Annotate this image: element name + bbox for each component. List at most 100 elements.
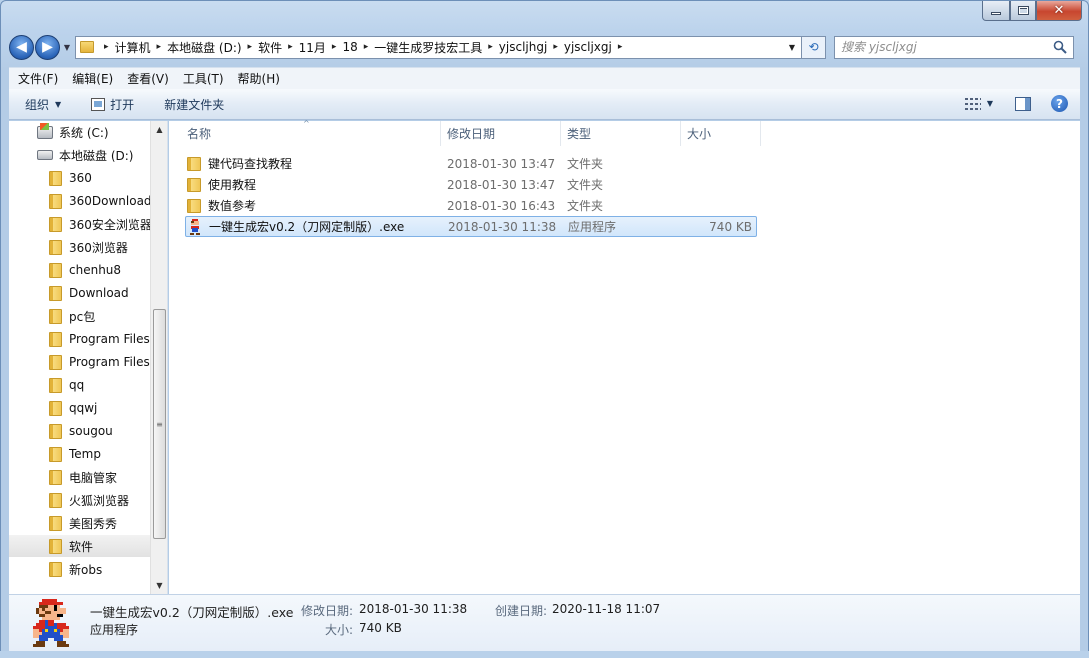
breadcrumb-separator[interactable]: ▸ <box>612 42 629 52</box>
file-row[interactable]: 一键生成宏v0.2（刀网定制版）.exe 2018-01-30 11:38 应用程序… <box>185 216 757 237</box>
menu-help[interactable]: 帮助(H) <box>233 70 285 87</box>
folder-icon <box>49 216 62 232</box>
window-bottom-frame <box>0 651 1089 658</box>
breadcrumb-separator[interactable]: ▸ <box>326 42 343 52</box>
tree-item[interactable]: 软件 <box>9 535 150 557</box>
maximize-icon <box>1017 6 1029 15</box>
tree-item[interactable]: 美图秀秀 <box>9 512 150 534</box>
file-name-cell: 数值参考 <box>185 197 441 214</box>
folder-icon <box>49 239 62 255</box>
column-header-date[interactable]: 修改日期 <box>441 121 561 146</box>
address-history-dropdown[interactable]: ▼ <box>783 37 801 58</box>
file-list-pane: ^ 名称 修改日期 类型 大小 键代码查找教程 2018-01-30 13:47 文… <box>169 119 1080 594</box>
scroll-down-arrow-icon[interactable]: ▼ <box>151 577 168 594</box>
folder-icon <box>49 170 62 186</box>
chevron-down-icon[interactable]: ▼ <box>987 99 993 108</box>
open-button[interactable]: 打开 <box>91 96 134 113</box>
breadcrumb-separator[interactable]: ▸ <box>547 42 564 52</box>
tree-item-label: 360安全浏览器 <box>69 217 150 232</box>
tree-item[interactable]: 360 <box>9 167 150 189</box>
file-date: 2018-01-30 11:38 <box>448 219 557 234</box>
tree-item[interactable]: chenhu8 <box>9 259 150 281</box>
breadcrumb-macro-tool[interactable]: 一键生成罗技宏工具 <box>374 39 482 56</box>
tree-item[interactable]: 系统 (C:) <box>9 121 150 143</box>
tree-item[interactable]: 电脑管家 <box>9 466 150 488</box>
organize-button[interactable]: 组织 ▼ <box>25 96 61 113</box>
tree-item[interactable]: pc包 <box>9 305 150 327</box>
file-row[interactable]: 键代码查找教程 2018-01-30 13:47 文件夹 <box>185 153 757 174</box>
tree-item-label: Download <box>69 286 129 300</box>
tree-item-label: 360浏览器 <box>69 240 128 255</box>
menu-bar: 文件(F) 编辑(E) 查看(V) 工具(T) 帮助(H) <box>9 67 1080 89</box>
breadcrumb-computer[interactable]: 计算机 <box>115 39 151 56</box>
mario-app-icon <box>188 218 202 235</box>
breadcrumb-separator[interactable]: ▸ <box>242 42 259 52</box>
tree-item[interactable]: qq <box>9 374 150 396</box>
forward-button[interactable]: ▶ <box>35 34 60 60</box>
breadcrumb-yjscljxgj[interactable]: yjscljxgj <box>564 40 612 54</box>
menu-file[interactable]: 文件(F) <box>13 70 63 87</box>
tree-item-label: sougou <box>69 424 113 438</box>
tree-item[interactable]: 本地磁盘 (D:) <box>9 144 150 166</box>
column-header-size[interactable]: 大小 <box>681 121 761 146</box>
tree-item-label: Program Files <box>69 332 150 346</box>
close-button[interactable]: ✕ <box>1036 1 1082 21</box>
breadcrumb-separator[interactable]: ▸ <box>98 42 115 52</box>
scroll-up-arrow-icon[interactable]: ▲ <box>151 121 168 138</box>
tree-item[interactable]: 新obs <box>9 558 150 580</box>
tree-item[interactable]: 360安全浏览器 <box>9 213 150 235</box>
folder-icon <box>49 354 62 370</box>
menu-view[interactable]: 查看(V) <box>122 70 174 87</box>
breadcrumb-software[interactable]: 软件 <box>258 39 282 56</box>
tree-item[interactable]: qqwj <box>9 397 150 419</box>
breadcrumb-18[interactable]: 18 <box>342 40 357 54</box>
navigation-pane: 系统 (C:) 本地磁盘 (D:) 360 360Download 360安全浏览器 36… <box>9 121 168 594</box>
tree-item[interactable]: sougou <box>9 420 150 442</box>
help-icon[interactable]: ? <box>1051 95 1068 112</box>
tree-scrollbar[interactable]: ▲ ≡ ▼ <box>150 121 167 594</box>
system-drive-icon <box>37 122 53 139</box>
new-folder-button[interactable]: 新建文件夹 <box>164 96 224 113</box>
tree-item[interactable]: Download <box>9 282 150 304</box>
tree-item[interactable]: Temp <box>9 443 150 465</box>
breadcrumb-separator[interactable]: ▸ <box>282 42 299 52</box>
tree-item[interactable]: 360浏览器 <box>9 236 150 258</box>
folder-icon <box>187 156 201 171</box>
search-icon[interactable] <box>1053 40 1067 54</box>
preview-pane-icon[interactable] <box>1015 96 1031 111</box>
tree-item-label: qqwj <box>69 401 98 415</box>
back-button[interactable]: ◀ <box>9 34 34 60</box>
tree-item[interactable]: Program Files <box>9 351 150 373</box>
file-date: 2018-01-30 16:43 <box>447 198 556 213</box>
menu-edit[interactable]: 编辑(E) <box>67 70 118 87</box>
breadcrumb-separator[interactable]: ▸ <box>482 42 499 52</box>
tree-item-label: pc包 <box>69 309 96 324</box>
refresh-button[interactable]: ⟲ <box>802 35 826 59</box>
menu-tools[interactable]: 工具(T) <box>178 70 229 87</box>
file-name-cell: 键代码查找教程 <box>185 155 441 172</box>
breadcrumb-yjscljhgj[interactable]: yjscljhgj <box>499 40 548 54</box>
breadcrumb-november[interactable]: 11月 <box>299 39 326 56</box>
breadcrumb-separator[interactable]: ▸ <box>358 42 375 52</box>
tree-item[interactable]: 360Download <box>9 190 150 212</box>
explorer-window: ✕ ◀ ▶ ▼ ▸ 计算机 ▸ 本地磁盘 (D:) ▸ 软件 ▸ 11月 ▸ 1… <box>0 0 1089 658</box>
change-view-icon[interactable] <box>964 97 981 110</box>
file-row[interactable]: 数值参考 2018-01-30 16:43 文件夹 <box>185 195 757 216</box>
details-created-value: 2020-11-18 11:07 <box>552 602 661 616</box>
folder-icon <box>49 285 62 301</box>
column-header-name[interactable]: ^ 名称 <box>169 119 441 146</box>
minimize-button[interactable] <box>982 1 1010 21</box>
tree-item[interactable]: 火狐浏览器 <box>9 489 150 511</box>
tree-item-label: 本地磁盘 (D:) <box>59 148 134 163</box>
search-input[interactable] <box>835 40 1035 54</box>
tree-item[interactable]: Program Files <box>9 328 150 350</box>
drive-icon <box>37 150 53 160</box>
breadcrumb-drive-d[interactable]: 本地磁盘 (D:) <box>167 39 241 56</box>
maximize-button[interactable] <box>1010 1 1036 21</box>
breadcrumb-separator[interactable]: ▸ <box>151 42 168 52</box>
column-header-type[interactable]: 类型 <box>561 121 681 146</box>
recent-pages-dropdown[interactable]: ▼ <box>61 35 73 60</box>
address-bar[interactable]: ▸ 计算机 ▸ 本地磁盘 (D:) ▸ 软件 ▸ 11月 ▸ 18 ▸ 一键生成… <box>75 35 802 59</box>
scroll-thumb[interactable]: ≡ <box>153 309 166 539</box>
file-row[interactable]: 使用教程 2018-01-30 13:47 文件夹 <box>185 174 757 195</box>
